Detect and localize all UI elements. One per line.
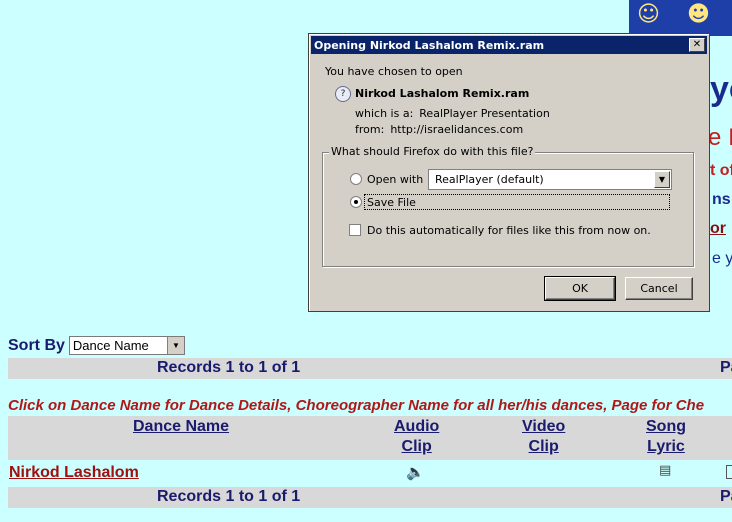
page-subheading-fragment: e Is	[708, 124, 732, 151]
sort-controls: Sort By Dance Name ▼	[8, 336, 185, 355]
cancel-button[interactable]: Cancel	[625, 277, 693, 300]
instruction-text: Click on Dance Name for Dance Details, C…	[8, 397, 705, 414]
save-file-radio[interactable]	[350, 196, 362, 208]
table-header: Dance Name Audio Clip Video Clip Song Ly…	[8, 416, 732, 460]
records-count: Records 1 to 1 of 1	[157, 359, 301, 376]
page-text-fragment: ns	[712, 191, 731, 208]
page-text-fragment: t of	[710, 162, 732, 179]
open-file-dialog: Opening Nirkod Lashalom Remix.ram ✕ You …	[308, 33, 710, 312]
open-with-radio[interactable]	[350, 173, 362, 185]
dancer-figure-icon: ☺	[637, 2, 660, 27]
file-type-value: RealPlayer Presentation	[419, 107, 550, 120]
kangaroo-icon: ☻	[687, 2, 710, 27]
site-banner: ☺ ☻	[629, 0, 732, 36]
close-icon: ✕	[692, 39, 702, 50]
document-icon[interactable]: ▤	[659, 463, 671, 478]
records-count: Records 1 to 1 of 1	[157, 488, 301, 505]
save-file-label[interactable]: Save File	[367, 196, 416, 209]
sort-selected-value: Dance Name	[72, 338, 149, 353]
file-source-label: from:	[355, 123, 385, 136]
partial-icon	[726, 465, 732, 479]
column-header-video-clip[interactable]: Video Clip	[522, 417, 565, 457]
realplayer-file-icon: ?	[335, 86, 351, 102]
column-header-dance-name[interactable]: Dance Name	[133, 417, 229, 437]
column-header-audio-clip[interactable]: Audio Clip	[394, 417, 439, 457]
records-bar-top: Records 1 to 1 of 1 Pa	[8, 358, 732, 379]
close-button[interactable]: ✕	[689, 38, 705, 52]
speaker-icon[interactable]: 🔈	[406, 463, 425, 481]
open-with-app-value: RealPlayer (default)	[435, 173, 544, 186]
chosen-text: You have chosen to open	[325, 65, 463, 78]
sort-label: Sort By	[8, 336, 65, 354]
file-type-label: which is a:	[355, 107, 414, 120]
ok-button[interactable]: OK	[544, 276, 616, 301]
file-name: Nirkod Lashalom Remix.ram	[355, 87, 530, 100]
file-source-value: http://israelidances.com	[390, 123, 524, 136]
table-row: Nirkod Lashalom 🔈 ▤	[8, 462, 732, 484]
auto-action-label[interactable]: Do this automatically for files like thi…	[367, 224, 651, 237]
page-label-fragment: Pa	[720, 488, 732, 505]
chevron-down-icon[interactable]: ▼	[654, 171, 670, 188]
dialog-title: Opening Nirkod Lashalom Remix.ram	[314, 38, 545, 52]
page-link-fragment[interactable]: or	[710, 220, 726, 238]
column-header-song-lyric[interactable]: Song Lyric	[646, 417, 686, 457]
auto-action-checkbox[interactable]	[349, 224, 361, 236]
dance-name-link[interactable]: Nirkod Lashalom	[9, 464, 139, 482]
page-text-fragment: e yo	[712, 250, 732, 267]
ok-button-label: OK	[572, 282, 588, 295]
page-heading-fragment: yo	[710, 70, 732, 108]
file-type-row: which is a: RealPlayer Presentation	[355, 107, 550, 120]
cancel-button-label: Cancel	[640, 282, 678, 295]
records-bar-bottom: Records 1 to 1 of 1 Pa	[8, 487, 732, 508]
sort-select[interactable]: Dance Name ▼	[68, 336, 185, 355]
dialog-titlebar[interactable]: Opening Nirkod Lashalom Remix.ram ✕	[311, 36, 707, 54]
open-with-label[interactable]: Open with	[367, 173, 423, 186]
open-with-app-select[interactable]: RealPlayer (default) ▼	[428, 169, 672, 190]
page-label-fragment: Pa	[720, 359, 732, 376]
chevron-down-icon[interactable]: ▼	[166, 337, 184, 354]
action-group-title: What should Firefox do with this file?	[329, 145, 536, 158]
file-source-row: from: http://israelidances.com	[355, 123, 523, 136]
